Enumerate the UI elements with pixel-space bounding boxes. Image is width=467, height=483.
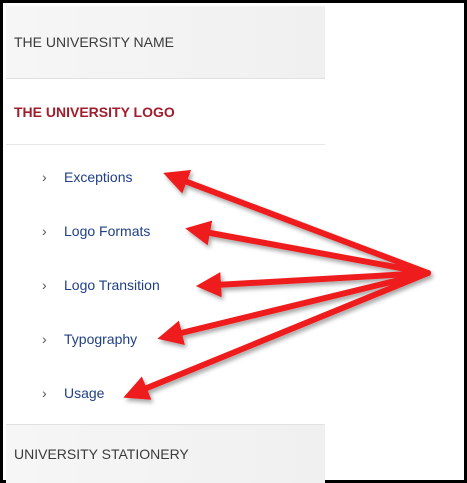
chevron-right-icon: › [42, 169, 47, 185]
chevron-right-icon: › [42, 223, 47, 239]
nav-item-label: Logo Formats [64, 223, 151, 239]
nav-item-typography[interactable]: › Typography [6, 311, 325, 367]
nav-item-label: Logo Transition [64, 277, 160, 293]
screenshot-frame: THE UNIVERSITY NAME THE UNIVERSITY LOGO … [0, 0, 467, 483]
nav-item-usage[interactable]: › Usage [6, 365, 325, 421]
sidebar-nav: THE UNIVERSITY NAME THE UNIVERSITY LOGO … [6, 6, 325, 483]
chevron-right-icon: › [42, 331, 47, 347]
nav-section-university-stationery[interactable]: UNIVERSITY STATIONERY [6, 424, 325, 483]
nav-item-label: Exceptions [64, 169, 133, 185]
chevron-right-icon: › [42, 277, 47, 293]
nav-item-label: Usage [64, 385, 105, 401]
nav-item-exceptions[interactable]: › Exceptions [6, 149, 325, 205]
nav-item-label: Typography [64, 331, 138, 347]
nav-section-university-logo[interactable]: THE UNIVERSITY LOGO [6, 79, 325, 145]
nav-item-logo-transition[interactable]: › Logo Transition [6, 257, 325, 313]
nav-section-label: UNIVERSITY STATIONERY [14, 446, 189, 462]
nav-section-university-name[interactable]: THE UNIVERSITY NAME [6, 6, 325, 79]
nav-section-label: THE UNIVERSITY NAME [14, 34, 174, 50]
nav-section-label: THE UNIVERSITY LOGO [14, 103, 175, 120]
chevron-right-icon: › [42, 385, 47, 401]
nav-item-logo-formats[interactable]: › Logo Formats [6, 203, 325, 259]
